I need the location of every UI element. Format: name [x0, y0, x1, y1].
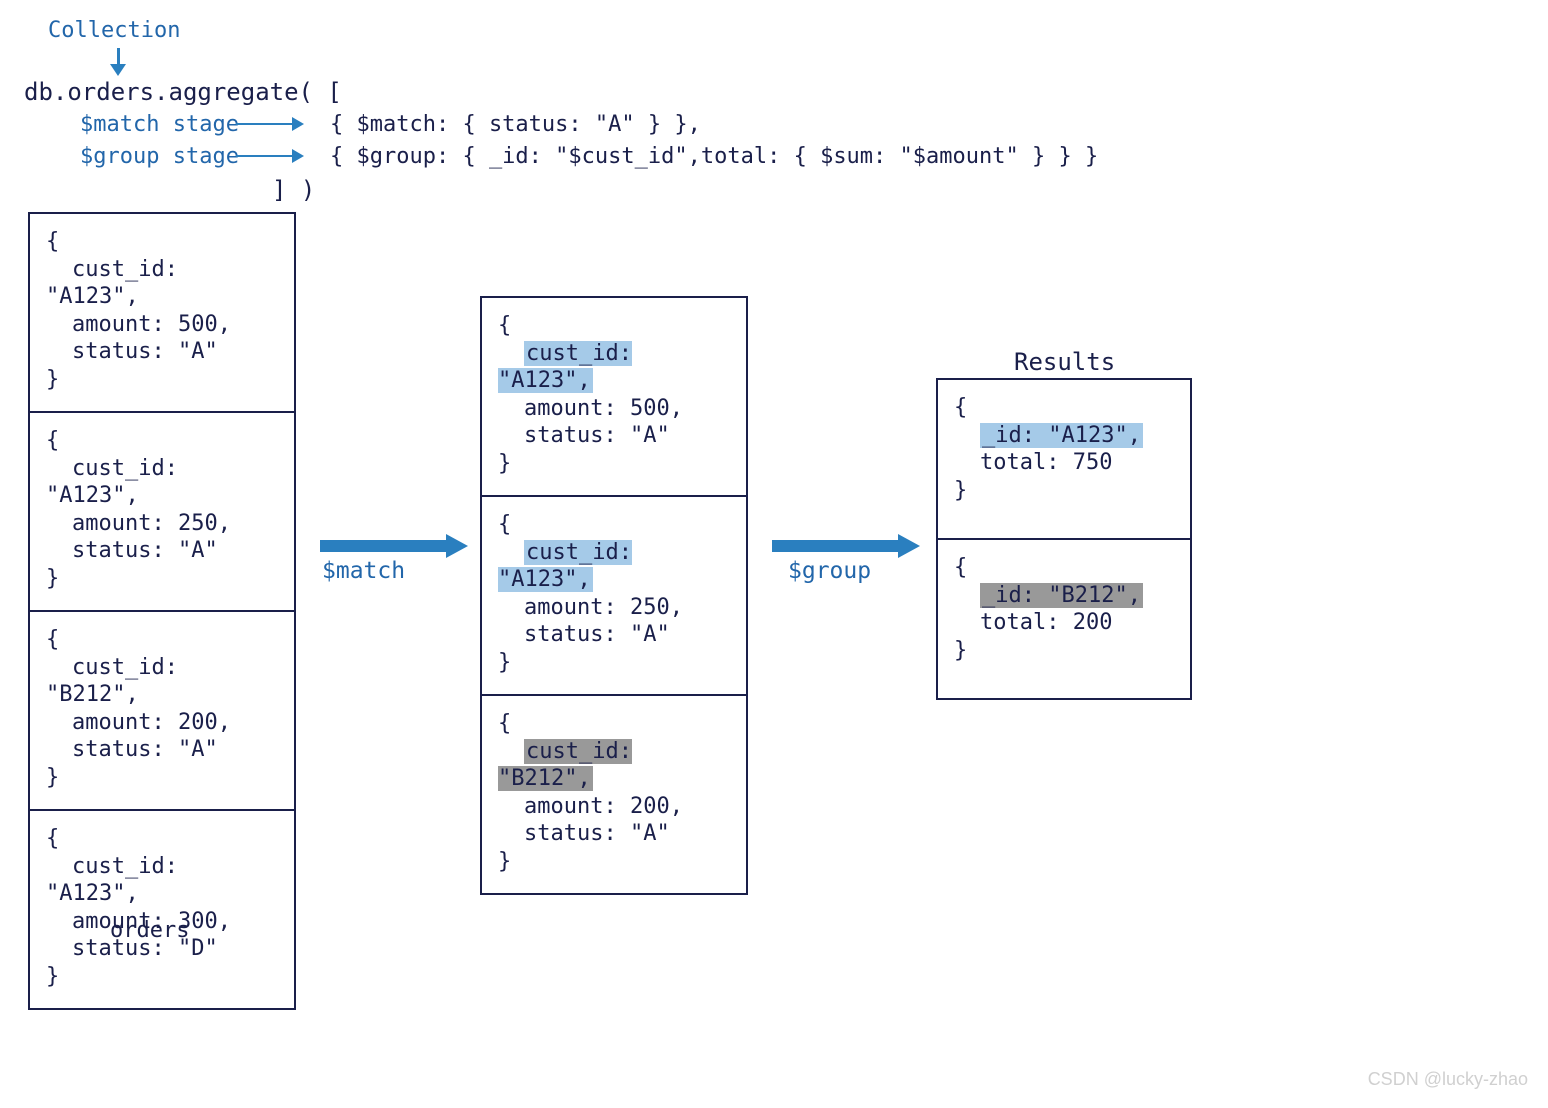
- orders-doc-0-custid: cust_id: "A123",: [46, 257, 178, 310]
- orders-doc-3-custid: cust_id: "A123",: [46, 854, 178, 907]
- matched-doc-0-status: status: "A": [498, 423, 670, 448]
- group-code-line: { $group: { _id: "$cust_id",total: { $su…: [330, 144, 1098, 169]
- orders-doc-0: { cust_id: "A123", amount: 500, status: …: [30, 214, 294, 413]
- arrow-group: [772, 534, 920, 558]
- matched-doc-2: { cust_id: "B212", amount: 200, status: …: [482, 696, 746, 893]
- matched-doc-1-amount: amount: 250,: [498, 595, 683, 620]
- orders-label: orders: [110, 918, 189, 943]
- orders-doc-2-status: status: "A": [46, 737, 218, 762]
- results-doc-1-id: _id: "B212",: [980, 583, 1143, 608]
- matched-doc-0-amount: amount: 500,: [498, 396, 683, 421]
- matched-doc-1: { cust_id: "A123", amount: 250, status: …: [482, 497, 746, 696]
- matched-doc-2-status: status: "A": [498, 821, 670, 846]
- match-code-line: { $match: { status: "A" } },: [330, 112, 701, 137]
- match-op-label: $match: [322, 558, 405, 584]
- matched-doc-1-custid: cust_id: "A123",: [498, 540, 632, 593]
- group-stage-label: $group stage: [80, 144, 239, 169]
- orders-doc-1: { cust_id: "A123", amount: 250, status: …: [30, 413, 294, 612]
- matched-column: { cust_id: "A123", amount: 500, status: …: [480, 296, 748, 895]
- matched-doc-1-status: status: "A": [498, 622, 670, 647]
- orders-doc-2-custid: cust_id: "B212",: [46, 655, 178, 708]
- orders-doc-1-status: status: "A": [46, 538, 218, 563]
- match-stage-label: $match stage: [80, 112, 239, 137]
- matched-doc-0-custid: cust_id: "A123",: [498, 341, 632, 394]
- matched-doc-2-custid: cust_id: "B212",: [498, 739, 632, 792]
- aggregate-close: ] ): [272, 176, 315, 204]
- results-doc-1-total: total: 200: [954, 610, 1112, 635]
- results-doc-0-total: total: 750: [954, 450, 1112, 475]
- matched-doc-0: { cust_id: "A123", amount: 500, status: …: [482, 298, 746, 497]
- results-doc-1: { _id: "B212", total: 200 }: [938, 540, 1190, 698]
- orders-doc-2-amount: amount: 200,: [46, 710, 231, 735]
- orders-column: { cust_id: "A123", amount: 500, status: …: [28, 212, 296, 1010]
- orders-doc-0-status: status: "A": [46, 339, 218, 364]
- collection-label: Collection: [48, 18, 180, 43]
- matched-doc-2-amount: amount: 200,: [498, 794, 683, 819]
- arrow-match: [320, 534, 468, 558]
- results-doc-0-id: _id: "A123",: [980, 423, 1143, 448]
- aggregate-open: db.orders.aggregate( [: [24, 78, 342, 106]
- group-op-label: $group: [788, 558, 871, 584]
- results-column: { _id: "A123", total: 750 } { _id: "B212…: [936, 378, 1192, 700]
- orders-doc-1-custid: cust_id: "A123",: [46, 456, 178, 509]
- orders-doc-1-amount: amount: 250,: [46, 511, 231, 536]
- orders-doc-2: { cust_id: "B212", amount: 200, status: …: [30, 612, 294, 811]
- watermark: CSDN @lucky-zhao: [1368, 1069, 1528, 1090]
- orders-doc-0-amount: amount: 500,: [46, 312, 231, 337]
- results-doc-0: { _id: "A123", total: 750 }: [938, 380, 1190, 540]
- results-label: Results: [1014, 348, 1115, 376]
- orders-doc-3: { cust_id: "A123", amount: 300, status: …: [30, 811, 294, 1008]
